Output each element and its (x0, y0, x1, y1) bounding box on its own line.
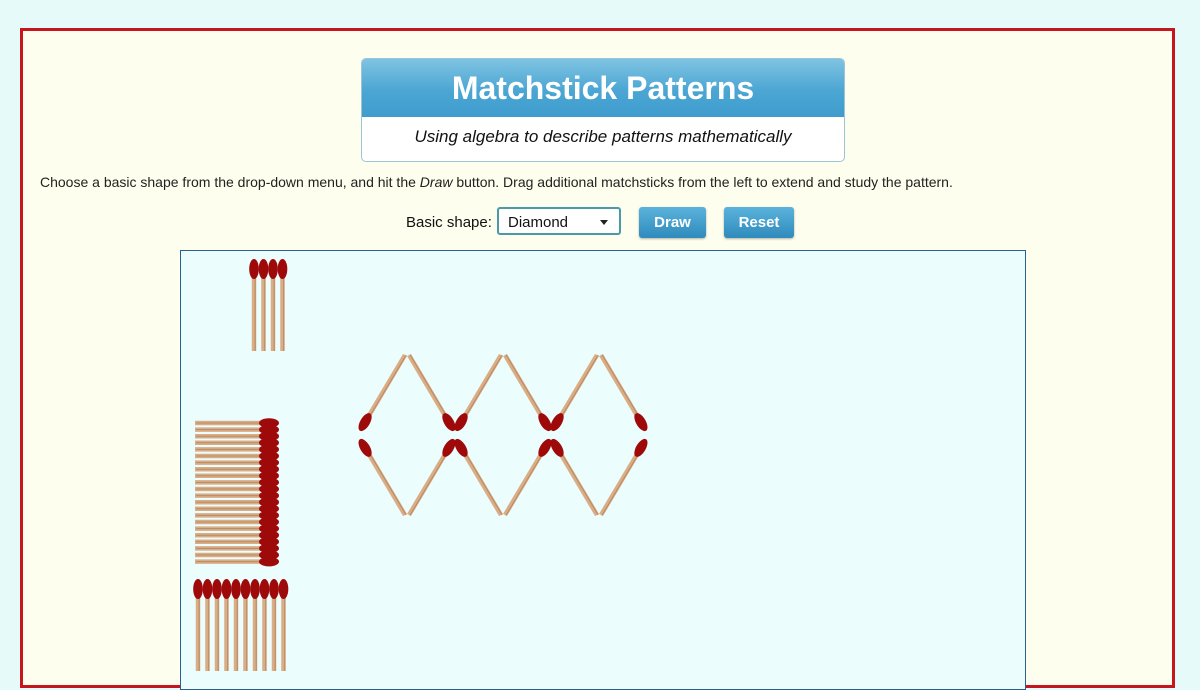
supply-vertical-matchstick[interactable] (202, 579, 213, 671)
supply-vertical-matchstick[interactable] (259, 579, 270, 671)
supply-vertical-matchstick[interactable] (268, 259, 278, 351)
matchstick-head (249, 259, 259, 279)
matchstick-head (259, 579, 270, 599)
matchstick-head (277, 259, 288, 279)
pattern-matchstick (599, 353, 648, 432)
matchstick-head (212, 579, 222, 599)
matchstick-head (221, 579, 232, 599)
matchstick-head (259, 556, 279, 567)
pattern-matchstick (407, 438, 456, 517)
pattern-matchstick (550, 353, 599, 432)
matchstick-body (458, 445, 503, 517)
matchstick-head (269, 579, 279, 599)
matchstick-body (599, 353, 644, 425)
instructions-text: Choose a basic shape from the drop-down … (40, 174, 953, 190)
matchstick-body (503, 353, 548, 425)
instructions-part-1: Choose a basic shape from the drop-down … (40, 174, 420, 190)
pattern-matchstick (503, 438, 552, 517)
matchstick-shade (460, 354, 503, 425)
matchstick-drawing (193, 259, 648, 671)
matchstick-body (458, 353, 503, 425)
instructions-emphasis: Draw (419, 174, 453, 190)
supply-vertical-matchstick[interactable] (269, 579, 279, 671)
chevron-down-icon (600, 220, 608, 225)
controls-bar: Basic shape: Diamond Draw Reset (23, 207, 1172, 239)
pattern-matchstick (550, 438, 599, 517)
supply-vertical-matchstick[interactable] (258, 259, 269, 351)
matchstick-body (554, 445, 599, 517)
supply-horizontal-matchstick[interactable] (195, 556, 279, 567)
matchstick-head (202, 579, 213, 599)
matchstick-body (503, 445, 548, 517)
matchstick-head (278, 579, 289, 599)
matchstick-head (231, 579, 241, 599)
matchstick-shade (460, 445, 503, 516)
pattern-matchstick (358, 353, 407, 432)
pattern-matchstick (407, 353, 456, 432)
supply-vertical-matchstick[interactable] (231, 579, 241, 671)
supply-vertical-matchstick[interactable] (240, 579, 251, 671)
page-subtitle: Using algebra to describe patterns mathe… (414, 127, 792, 146)
matchstick-head (250, 579, 260, 599)
matchstick-shade (556, 354, 599, 425)
matchstick-head (258, 259, 269, 279)
matchstick-body (362, 353, 407, 425)
matchstick-shade (556, 445, 599, 516)
instructions-part-2: button. Drag additional matchsticks from… (452, 174, 953, 190)
pattern-matchstick (599, 438, 648, 517)
supply-vertical-matchstick[interactable] (250, 579, 260, 671)
page-title: Matchstick Patterns (362, 59, 844, 117)
matchstick-body (407, 353, 452, 425)
supply-vertical-matchstick[interactable] (249, 259, 259, 351)
matchstick-body (407, 445, 452, 517)
matchstick-head (193, 579, 203, 599)
matchstick-shade (364, 354, 407, 425)
reset-button[interactable]: Reset (724, 207, 794, 238)
matchstick-body (554, 353, 599, 425)
matchstick-shade (364, 445, 407, 516)
pattern-matchstick (454, 353, 503, 432)
title-card: Matchstick Patterns Using algebra to des… (361, 58, 845, 162)
pattern-matchstick (454, 438, 503, 517)
shape-select[interactable]: Diamond (497, 207, 621, 235)
matchstick-body (362, 445, 407, 517)
pattern-matchstick (503, 353, 552, 432)
matchstick-head (240, 579, 251, 599)
pattern-matchstick (358, 438, 407, 517)
shape-label: Basic shape: (406, 214, 492, 231)
supply-vertical-matchstick[interactable] (277, 259, 288, 351)
supply-vertical-matchstick[interactable] (193, 579, 203, 671)
matchstick-head (268, 259, 278, 279)
app-frame: Matchstick Patterns Using algebra to des… (20, 28, 1175, 690)
supply-vertical-matchstick[interactable] (278, 579, 289, 671)
supply-vertical-matchstick[interactable] (212, 579, 222, 671)
shape-select-value: Diamond (508, 214, 569, 231)
pattern-canvas[interactable] (180, 250, 1026, 690)
supply-vertical-matchstick[interactable] (221, 579, 232, 671)
draw-button[interactable]: Draw (639, 207, 706, 238)
matchstick-body (599, 445, 644, 517)
